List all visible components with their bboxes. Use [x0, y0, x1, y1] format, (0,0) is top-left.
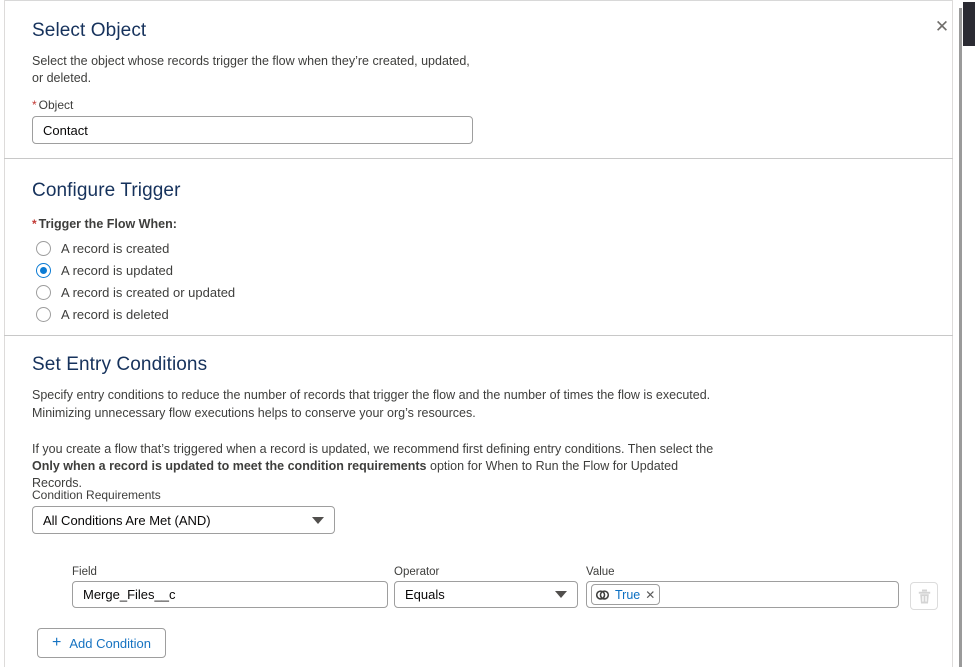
condition-field-input[interactable]: Merge_Files__c — [72, 581, 388, 608]
vertical-scrollbar[interactable] — [959, 0, 975, 667]
object-input[interactable]: Contact — [32, 116, 473, 144]
value-pill[interactable]: True ✕ — [591, 584, 661, 605]
trigger-radio-group: A record is created A record is updated … — [36, 238, 235, 326]
entry-conditions-section: Set Entry Conditions Specify entry condi… — [5, 354, 952, 658]
object-label-text: Object — [38, 98, 74, 112]
select-object-description: Select the object whose records trigger … — [32, 54, 470, 85]
trigger-when-label-text: Trigger the Flow When: — [38, 217, 177, 231]
trash-icon — [918, 589, 930, 603]
merge-field-icon — [595, 589, 610, 600]
radio-label: A record is updated — [61, 263, 174, 278]
condition-operator-select[interactable]: Equals — [394, 581, 578, 608]
radio-record-created-or-updated[interactable]: A record is created or updated — [36, 282, 235, 303]
operator-column-label: Operator — [394, 566, 440, 578]
entry-conditions-recommendation: If you create a flow that’s triggered wh… — [32, 441, 722, 492]
condition-requirements-select[interactable]: All Conditions Are Met (AND) — [32, 506, 335, 534]
condition-row: Field Merge_Files__c Operator Equals Val… — [5, 566, 952, 610]
radio-circle-icon — [36, 263, 51, 278]
radio-label: A record is created — [61, 241, 170, 256]
recommendation-emphasis: Only when a record is updated to meet th… — [32, 459, 427, 473]
entry-conditions-title: Set Entry Conditions — [32, 354, 208, 375]
field-column-label: Field — [72, 566, 97, 578]
delete-condition-button[interactable] — [910, 582, 938, 610]
scrollbar-track-line — [959, 8, 962, 667]
recommendation-prefix: If you create a flow that’s triggered wh… — [32, 442, 714, 456]
add-condition-label: Add Condition — [69, 635, 152, 651]
add-condition-button[interactable]: + Add Condition — [37, 628, 167, 658]
trigger-when-label: * Trigger the Flow When: — [32, 217, 177, 231]
select-object-section: Select Object Select the object whose re… — [5, 20, 952, 158]
object-field-label: * Object — [32, 98, 473, 112]
condition-requirements-label: Condition Requirements — [32, 488, 161, 502]
section-divider-1 — [4, 158, 953, 159]
condition-operator-value: Equals — [405, 587, 445, 602]
value-pill-remove-icon[interactable]: ✕ — [645, 589, 655, 601]
radio-circle-icon — [36, 285, 51, 300]
plus-icon: + — [52, 634, 62, 651]
radio-label: A record is deleted — [61, 307, 169, 322]
required-asterisk: * — [32, 217, 37, 231]
page-title: Select Object — [32, 20, 147, 41]
top-border — [4, 0, 953, 1]
configure-trigger-title: Configure Trigger — [32, 180, 181, 201]
chevron-down-icon — [312, 516, 324, 524]
condition-requirements-value: All Conditions Are Met (AND) — [43, 512, 211, 528]
radio-record-deleted[interactable]: A record is deleted — [36, 304, 235, 325]
condition-value-input[interactable]: True ✕ — [586, 581, 899, 608]
radio-circle-icon — [36, 307, 51, 322]
radio-circle-icon — [36, 241, 51, 256]
radio-record-updated[interactable]: A record is updated — [36, 260, 235, 281]
value-pill-label: True — [615, 587, 641, 602]
chevron-down-icon — [555, 591, 567, 598]
panel-right-border — [952, 0, 953, 667]
radio-record-created[interactable]: A record is created — [36, 238, 235, 259]
radio-label: A record is created or updated — [61, 285, 236, 300]
required-asterisk: * — [32, 98, 37, 112]
section-divider-2 — [4, 335, 953, 336]
flow-trigger-config-panel: ✕ Select Object Select the object whose … — [0, 0, 975, 667]
configure-trigger-section: Configure Trigger * Trigger the Flow When… — [5, 180, 952, 335]
scrollbar-thumb[interactable] — [963, 2, 975, 46]
entry-conditions-description-1: Specify entry conditions to reduce the n… — [32, 388, 711, 402]
entry-conditions-description-2: Minimizing unnecessary flow executions h… — [32, 406, 476, 420]
value-column-label: Value — [586, 566, 615, 578]
